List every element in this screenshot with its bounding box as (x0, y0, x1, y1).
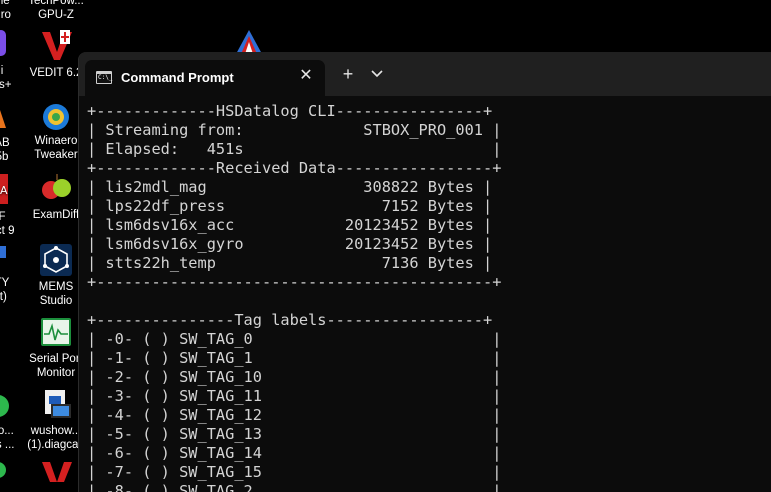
console-line: | lsm6dsv16x_acc 20123452 Bytes | (87, 216, 493, 234)
app-icon (0, 30, 6, 56)
svg-text:A: A (0, 184, 8, 197)
tab-command-prompt[interactable]: C:\_ Command Prompt ✕ (85, 60, 325, 96)
console-line: | Streaming from: STBOX_PRO_001 | (87, 121, 502, 139)
vedit-icon (42, 30, 72, 60)
desktop-icon-label: ect 9 (0, 225, 15, 237)
console-line: | lsm6dsv16x_gyro 20123452 Bytes | (87, 235, 493, 253)
chevron-down-icon[interactable] (369, 67, 385, 81)
console-line: | -3- ( ) SW_TAG_11 | (87, 387, 502, 405)
console-line: +-------------HSDatalog CLI-------------… (87, 102, 493, 120)
console-line: | -7- ( ) SW_TAG_15 | (87, 463, 502, 481)
console-line: | -6- ( ) SW_TAG_14 | (87, 444, 502, 462)
desktop-icon-label: TechPow... (28, 0, 84, 7)
console-line: | -2- ( ) SW_TAG_10 | (87, 368, 502, 386)
desktop-icon-label: ns+ (0, 79, 12, 91)
winaero-icon (43, 104, 69, 130)
app-icon (0, 395, 9, 417)
console-line: | -1- ( ) SW_TAG_1 | (87, 349, 502, 367)
cmd-icon: C:\_ (96, 71, 112, 84)
console-line: +-------------Received Data-------------… (87, 159, 502, 177)
desktop-icon-label: GPU-Z (38, 9, 74, 21)
console-line: | Elapsed: 451s | (87, 140, 502, 158)
console-line: | lis2mdl_mag 308822 Bytes | (87, 178, 493, 196)
console-output[interactable]: +-------------HSDatalog CLI-------------… (87, 102, 771, 492)
vedit-icon (42, 462, 72, 482)
arch-icon (236, 30, 262, 54)
console-line: | -4- ( ) SW_TAG_12 | (87, 406, 502, 424)
console-line: +---------------Tag labels--------------… (87, 311, 493, 329)
console-line: | -8- ( ) SW_TAG_2 | (87, 482, 502, 492)
desktop-icon-gpu-z[interactable]: TechPow... GPU-Z (24, 0, 88, 22)
tab-title: Command Prompt (121, 70, 234, 85)
terminal-icon (0, 246, 6, 258)
diagram-file-icon (45, 390, 71, 418)
console-line: | -0- ( ) SW_TAG_0 | (87, 330, 502, 348)
console-line: | -5- ( ) SW_TAG_13 | (87, 425, 502, 443)
command-prompt-window[interactable]: C:\_ Command Prompt ✕ + +-------------HS… (79, 52, 771, 492)
console-line: | stts22h_temp 7136 Bytes | (87, 254, 493, 272)
app-icon (0, 462, 6, 478)
apple-icon (42, 174, 71, 199)
monitor-icon (41, 318, 71, 346)
new-tab-button[interactable]: + (339, 65, 357, 83)
mems-icon (40, 244, 72, 276)
pdf-icon: A (0, 174, 8, 204)
console-line: | lps22df_press 7152 Bytes | (87, 197, 493, 215)
console-line: +---------------------------------------… (87, 273, 502, 291)
title-bar[interactable]: C:\_ Command Prompt ✕ + (79, 52, 771, 96)
app-icon (0, 110, 6, 128)
close-tab-icon[interactable]: ✕ (298, 68, 314, 84)
